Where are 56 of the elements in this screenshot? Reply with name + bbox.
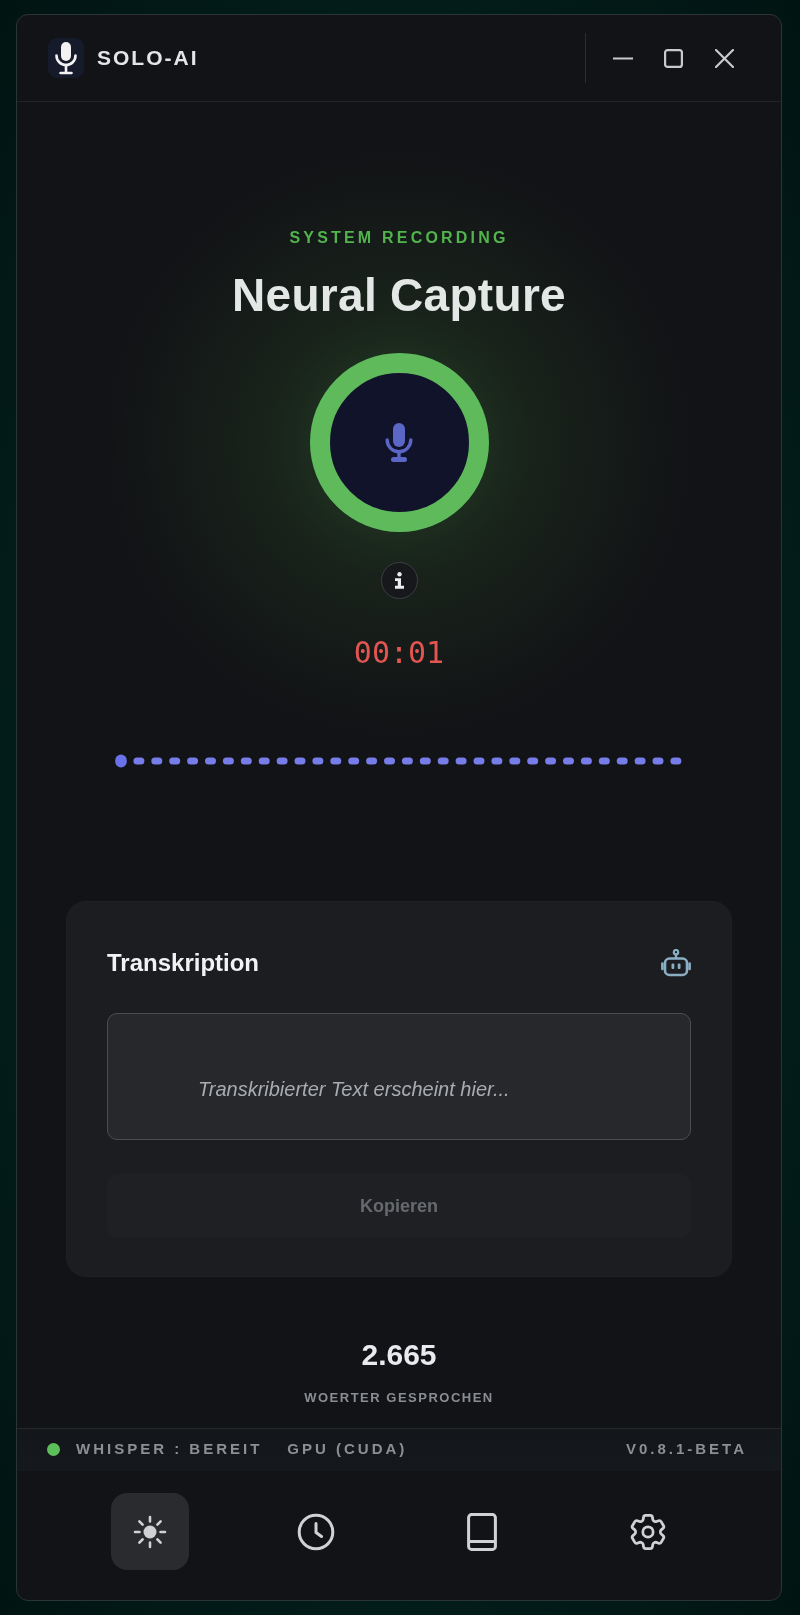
device-status: GPU (CUDA) [287, 1440, 408, 1458]
waveform-bar [205, 757, 216, 765]
info-button[interactable] [380, 562, 418, 599]
waveform-bar [509, 757, 521, 765]
app-title: SOLO-AI [97, 45, 199, 71]
waveform-bar [491, 757, 503, 765]
waveform-bar [419, 757, 431, 765]
waveform-bar [384, 757, 395, 765]
waveform-bar [563, 757, 574, 765]
version-label: V0.8.1-BETA [625, 1440, 747, 1458]
waveform-bar [545, 757, 557, 765]
waveform-bar [366, 757, 378, 765]
waveform-bar [670, 757, 682, 765]
engine-status: WHISPER : BEREIT [76, 1440, 263, 1458]
waveform-bar [312, 757, 324, 765]
word-count: 2.665 [361, 1337, 437, 1373]
waveform-bar [187, 757, 199, 765]
waveform-bar [437, 757, 449, 765]
info-icon [393, 572, 405, 589]
waveform-bar [115, 754, 127, 768]
waveform-bar [652, 757, 664, 765]
section-label: SYSTEM RECORDING [289, 228, 509, 248]
clock-icon [297, 1512, 335, 1551]
waveform-bar [258, 757, 270, 765]
microphone-icon [385, 423, 413, 462]
recording-timer: 00:01 [353, 634, 445, 672]
waveform-bar [527, 757, 539, 765]
waveform-bar [348, 757, 360, 765]
close-icon [715, 48, 734, 68]
maximize-icon [664, 48, 683, 68]
transcript-field[interactable]: Transkribierter Text erscheint hier... [107, 1013, 691, 1140]
waveform-bar [634, 757, 646, 765]
microphone-icon [48, 38, 84, 78]
robot-icon [661, 949, 691, 977]
card-title: Transkription [107, 948, 260, 978]
waveform-bar [151, 757, 163, 765]
waveform-bar [222, 757, 234, 765]
minimize-icon [612, 56, 633, 60]
page-title: Neural Capture [232, 268, 566, 322]
waveform-bar [401, 757, 413, 765]
waveform-bar [473, 757, 485, 765]
waveform-bar [580, 757, 592, 765]
sun-icon [133, 1514, 167, 1549]
book-icon [467, 1512, 497, 1551]
waveform-bar [240, 757, 252, 765]
waveform-bar [294, 757, 306, 765]
waveform-bar [276, 757, 288, 765]
word-count-label: WOERTER GESPROCHEN [304, 1390, 494, 1406]
waveform-bar [598, 757, 610, 765]
waveform-bar [330, 757, 342, 765]
nav-tab[interactable] [111, 1493, 189, 1570]
waveform-bar [133, 757, 145, 765]
waveform-bar [169, 757, 181, 765]
waveform-bar [616, 757, 628, 765]
waveform-bar [455, 757, 467, 765]
settings-icon [628, 1511, 668, 1552]
